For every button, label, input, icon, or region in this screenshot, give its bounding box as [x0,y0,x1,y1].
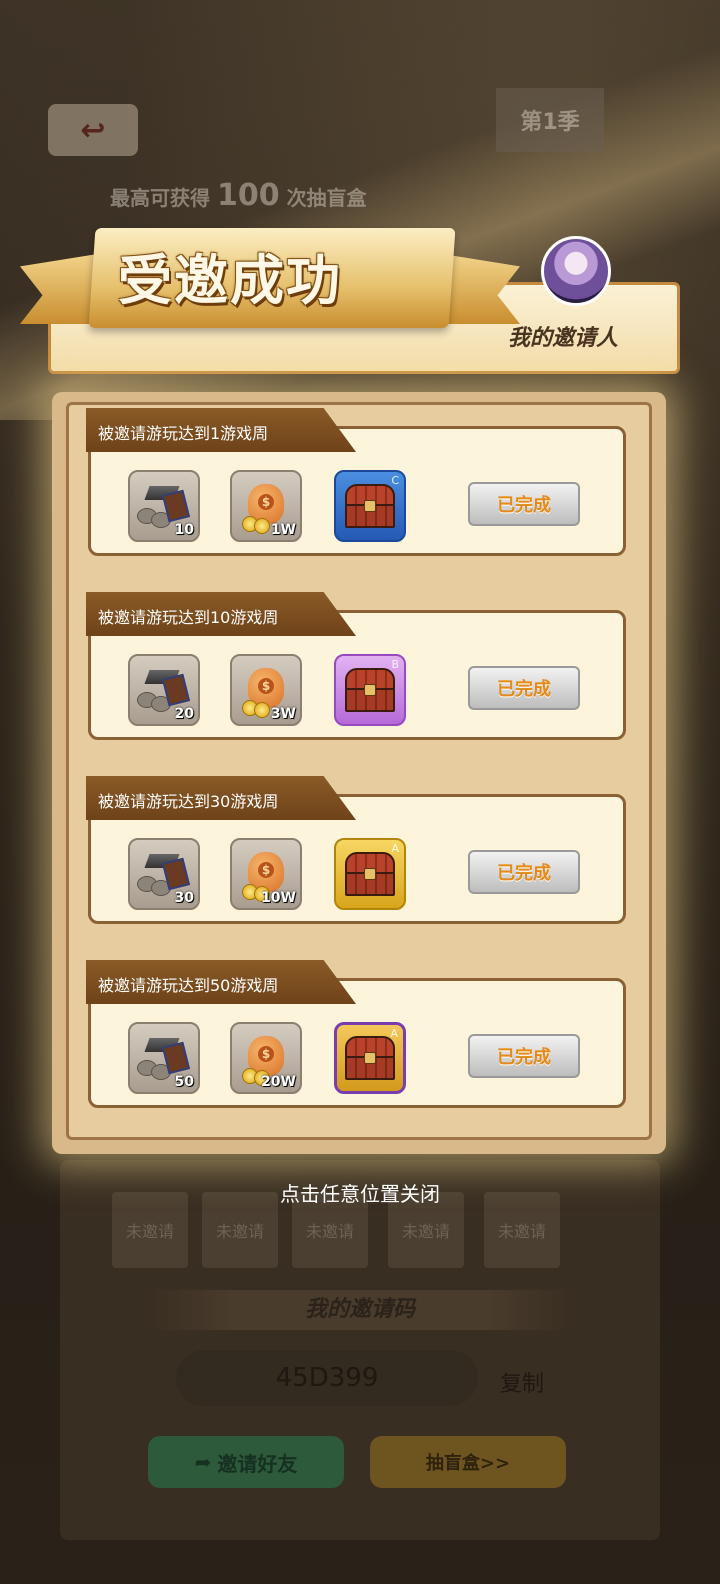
task-item: 被邀请游玩达到10游戏周 20 $ 3W B 已完成 [86,592,626,740]
back-button[interactable]: ↩ [48,104,138,156]
completed-button[interactable]: 已完成 [468,482,580,526]
share-arrow-icon: ➦ [194,1450,212,1474]
task-title: 被邀请游玩达到1游戏周 [86,408,356,452]
copy-button[interactable]: 复制 [500,1366,544,1398]
task-item: 被邀请游玩达到1游戏周 10 $ 1W C 已完成 [86,408,626,556]
completed-button[interactable]: 已完成 [468,1034,580,1078]
coin-bag-icon[interactable]: $ 3W [230,654,302,726]
dialog-title: 受邀成功 [118,249,342,312]
task-item: 被邀请游玩达到50游戏周 50 $ 20W A 已完成 [86,960,626,1108]
tap-to-close-hint[interactable]: 点击任意位置关闭 [0,1178,720,1207]
ore-icon[interactable]: 50 [128,1022,200,1094]
draw-blind-box-button[interactable]: 抽盲盒>> [370,1436,566,1488]
chest-icon[interactable]: A [334,1022,406,1094]
coin-bag-icon[interactable]: $ 20W [230,1022,302,1094]
invite-code-title: 我的邀请码 [150,1290,570,1330]
inviter-label: 我的邀请人 [508,326,619,351]
chest-icon[interactable]: A [334,838,406,910]
back-icon: ↩ [80,112,106,148]
ore-icon[interactable]: 30 [128,838,200,910]
inviter-avatar[interactable] [541,236,611,306]
task-title: 被邀请游玩达到30游戏周 [86,776,356,820]
completed-button[interactable]: 已完成 [468,666,580,710]
task-title: 被邀请游玩达到50游戏周 [86,960,356,1004]
completed-button[interactable]: 已完成 [468,850,580,894]
coin-bag-icon[interactable]: $ 10W [230,838,302,910]
ore-icon[interactable]: 10 [128,470,200,542]
task-item: 被邀请游玩达到30游戏周 30 $ 10W A 已完成 [86,776,626,924]
invite-friends-button[interactable]: ➦ 邀请好友 [148,1436,344,1488]
task-title: 被邀请游玩达到10游戏周 [86,592,356,636]
max-draws-hint: 最高可获得 100 次抽盲盒 [110,178,367,213]
season-tag[interactable]: 第1季 [496,88,604,152]
ore-icon[interactable]: 20 [128,654,200,726]
chest-icon[interactable]: C [334,470,406,542]
chest-icon[interactable]: B [334,654,406,726]
coin-bag-icon[interactable]: $ 1W [230,470,302,542]
invite-code-field: 45D399 [176,1350,478,1406]
